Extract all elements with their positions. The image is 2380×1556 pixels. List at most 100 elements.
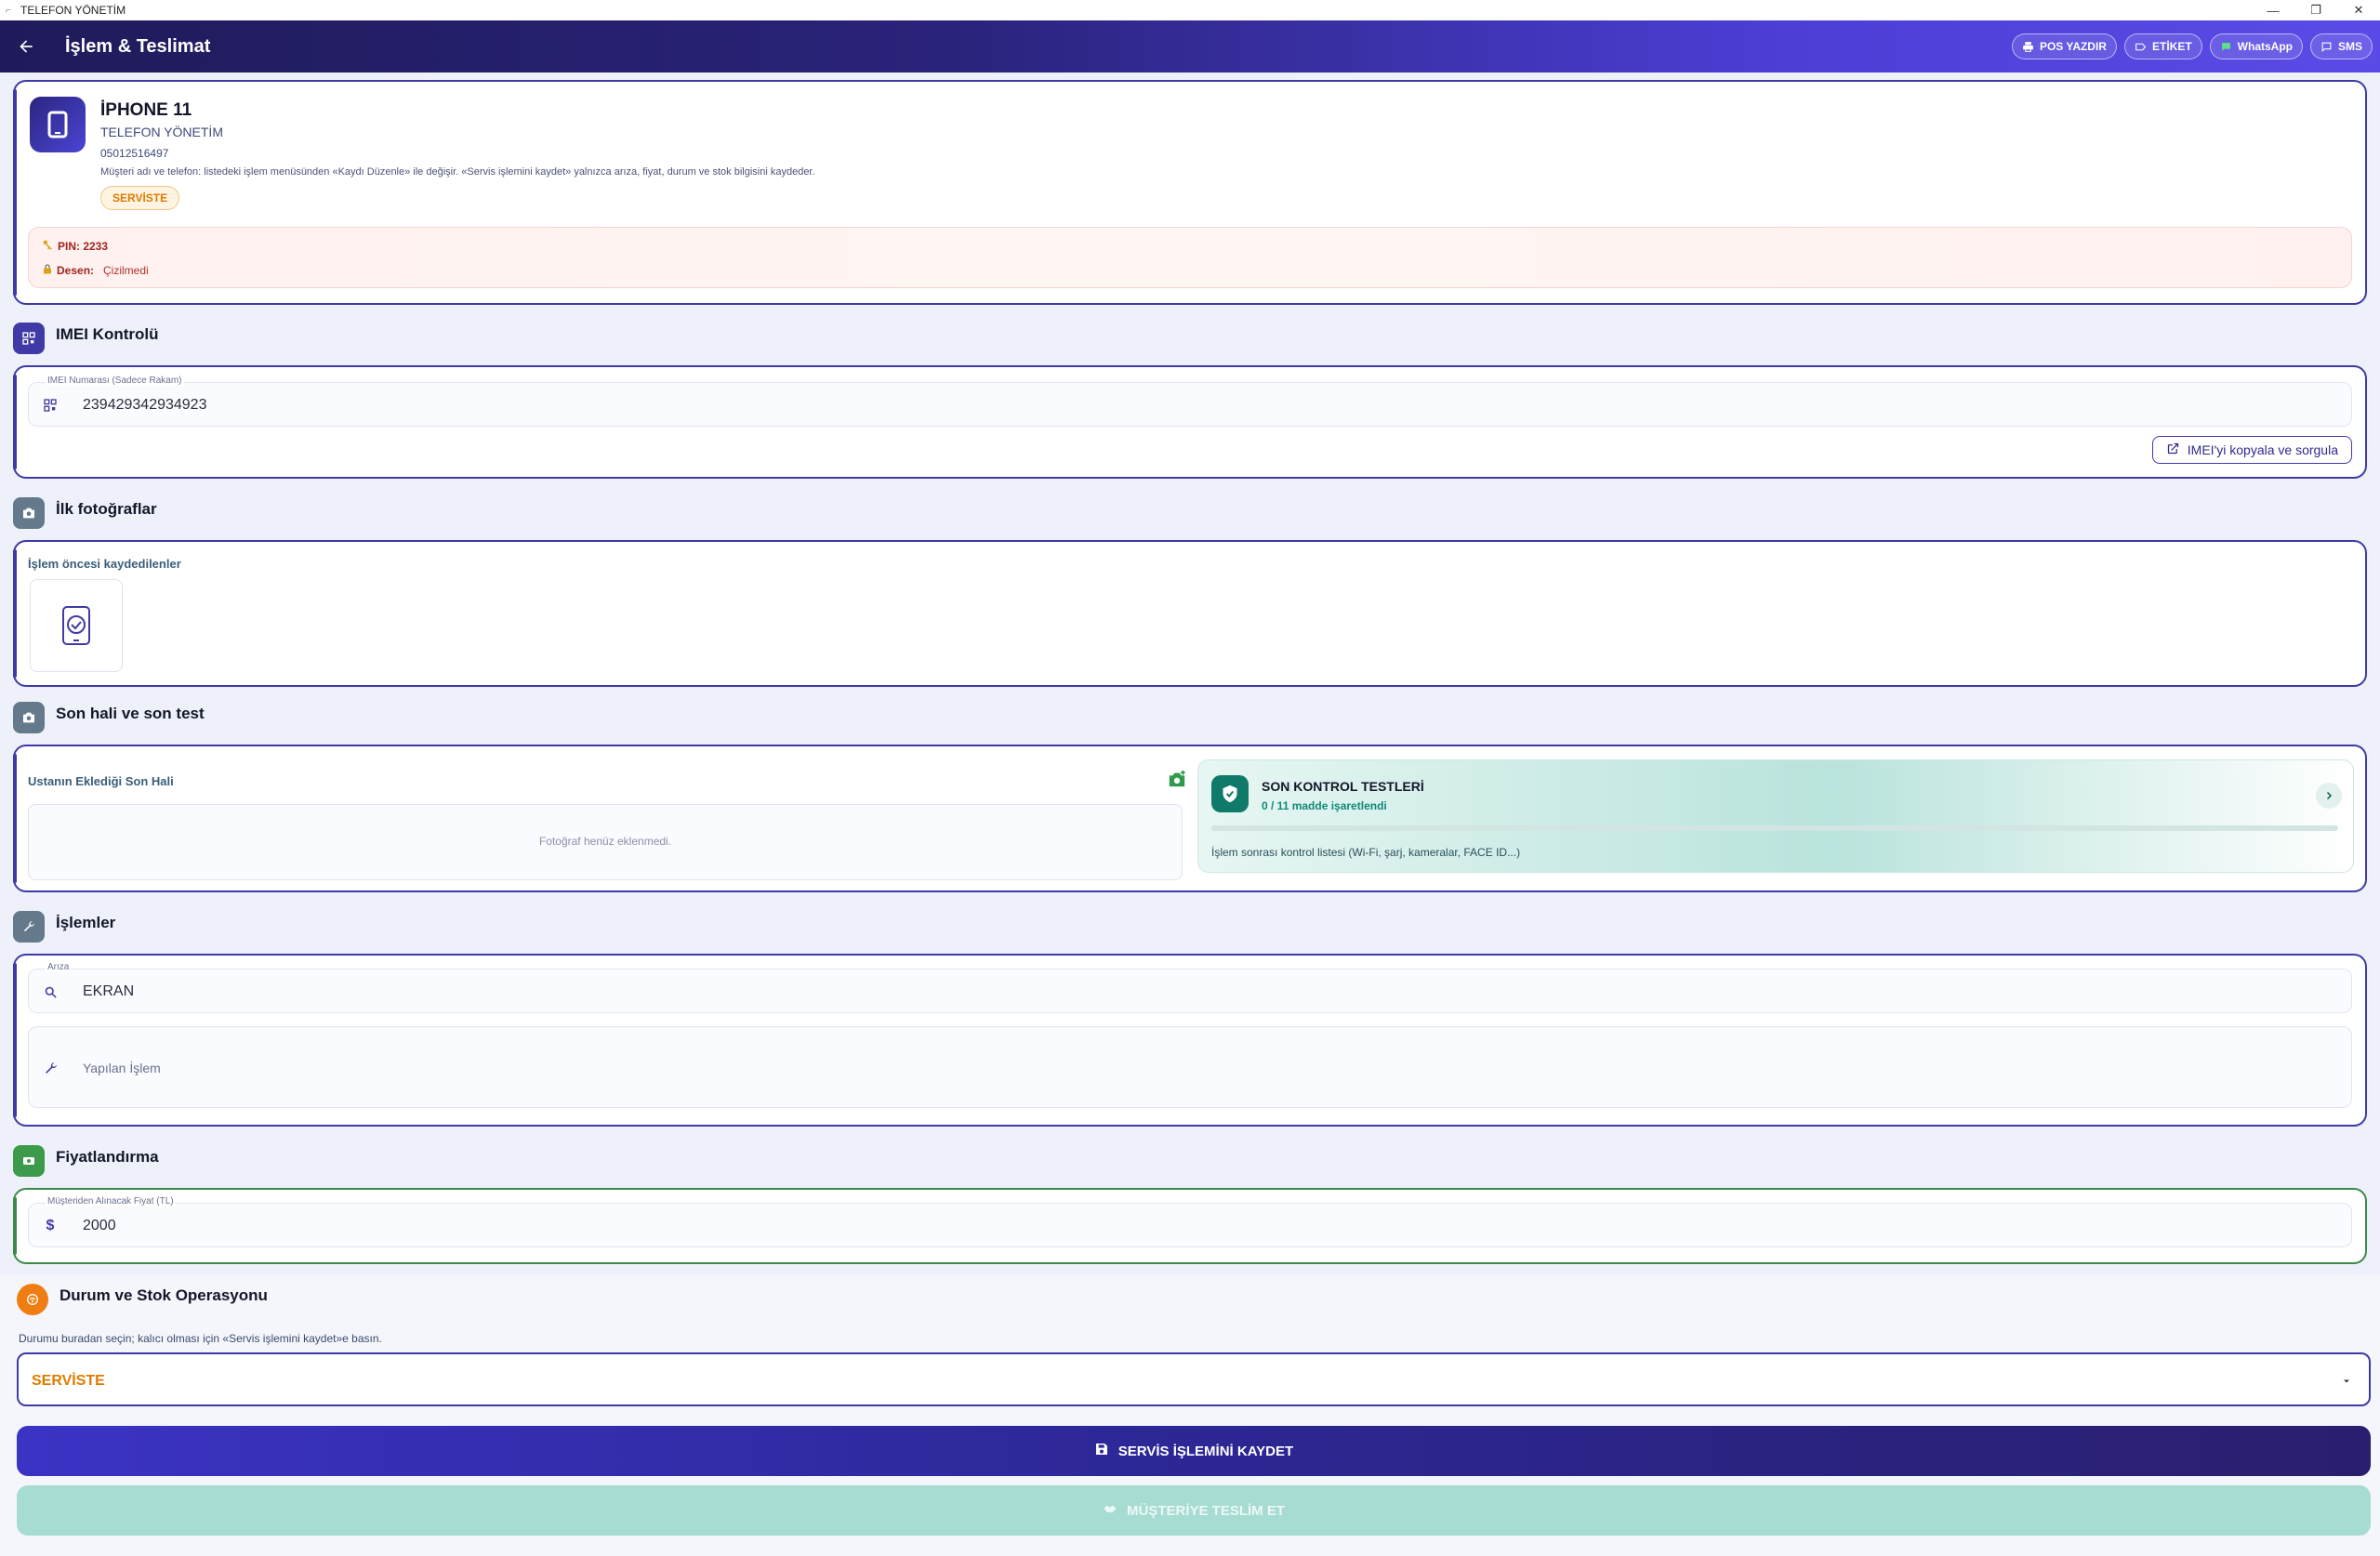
- pattern-label: Desen:: [57, 264, 95, 277]
- key-icon: [42, 239, 54, 254]
- status-selected-value: SERVİSTE: [32, 1373, 105, 1389]
- pattern-value: Çizilmedi: [103, 264, 149, 277]
- before-photos-label: İşlem öncesi kaydedilenler: [28, 557, 181, 571]
- tests-title: SON KONTROL TESTLERİ: [1262, 779, 1424, 794]
- wrench-icon: [42, 1060, 59, 1076]
- operations-section-header: İşlemler: [13, 910, 115, 943]
- whatsapp-button[interactable]: WhatsApp: [2209, 33, 2303, 59]
- page-title: İşlem & Teslimat: [65, 35, 211, 57]
- work-done-placeholder: Yapılan İşlem: [83, 1061, 161, 1075]
- external-link-icon: [2166, 442, 2180, 458]
- imei-copy-label: IMEI'yi kopyala ve sorgula: [2187, 442, 2338, 457]
- first-photos-card: İşlem öncesi kaydedilenler: [13, 540, 2367, 687]
- pin-label: PIN: 2233: [58, 240, 109, 253]
- back-arrow-icon[interactable]: [0, 20, 52, 73]
- device-card: İPHONE 11 TELEFON YÖNETİM 05012516497 Mü…: [13, 80, 2367, 305]
- status-badge: SERVİSTE: [100, 186, 180, 210]
- deliver-label: MÜŞTERİYE TESLİM ET: [1126, 1502, 1285, 1519]
- final-section-title: Son hali ve son test: [56, 705, 205, 722]
- imei-section-header: IMEI Kontrolü: [13, 322, 158, 355]
- imei-section-title: IMEI Kontrolü: [56, 325, 159, 343]
- status-hint: Durumu buradan seçin; kalıcı olması için…: [19, 1332, 382, 1345]
- window-controls: — ❐ ✕: [2252, 0, 2380, 20]
- price-field[interactable]: Müşteriden Alınacak Fiyat (TL) $ 2000: [28, 1196, 2352, 1247]
- tests-description: İşlem sonrası kontrol listesi (Wi-Fi, şa…: [1211, 846, 1521, 859]
- save-service-label: SERVİS İŞLEMİNİ KAYDET: [1117, 1443, 1294, 1459]
- pos-print-button[interactable]: POS YAZDIR: [2011, 33, 2117, 59]
- status-icon: [17, 1284, 48, 1315]
- photo-thumbnail[interactable]: [30, 579, 123, 672]
- imei-field-label: IMEI Numarası (Sadece Rakam): [46, 376, 184, 386]
- final-tests-panel[interactable]: SON KONTROL TESTLERİ 0 / 11 madde işaret…: [1197, 759, 2354, 873]
- save-service-button[interactable]: SERVİS İŞLEMİNİ KAYDET: [17, 1426, 2371, 1476]
- pos-print-label: POS YAZDIR: [2039, 40, 2107, 53]
- money-icon: [13, 1145, 45, 1177]
- dollar-icon: $: [46, 1218, 55, 1233]
- imei-card: IMEI Numarası (Sadece Rakam) 23942934293…: [13, 365, 2367, 479]
- price-value: 2000: [83, 1218, 116, 1233]
- whatsapp-icon: [2220, 40, 2233, 53]
- handshake-icon: [1103, 1501, 1117, 1520]
- imei-value: 239429342934923: [83, 397, 207, 413]
- label-button-label: ETİKET: [2151, 40, 2192, 53]
- fault-field-label: Arıza: [46, 962, 72, 972]
- label-button[interactable]: ETİKET: [2123, 33, 2202, 59]
- pin-row: PIN: 2233: [42, 239, 108, 254]
- appbar-actions: POS YAZDIR ETİKET WhatsApp SMS: [2011, 33, 2373, 59]
- deliver-to-customer-button[interactable]: MÜŞTERİYE TESLİM ET: [17, 1485, 2371, 1536]
- status-select[interactable]: SERVİSTE: [17, 1352, 2371, 1406]
- label-icon: [2135, 40, 2148, 53]
- add-photo-icon[interactable]: [1166, 769, 1188, 789]
- qr-code-icon: [42, 397, 59, 414]
- qr-code-icon: [13, 323, 45, 354]
- imei-field[interactable]: IMEI Numarası (Sadece Rakam) 23942934293…: [28, 376, 2352, 427]
- tests-progress-bar: [1211, 825, 2338, 831]
- final-state-card: Ustanın Eklediği Son Hali Fotoğraf henüz…: [13, 745, 2367, 892]
- operations-section-title: İşlemler: [56, 914, 116, 931]
- pricing-section-header: Fiyatlandırma: [13, 1144, 159, 1178]
- phone-check-icon: [62, 606, 90, 645]
- sms-icon: [2320, 40, 2334, 53]
- pricing-card: Müşteriden Alınacak Fiyat (TL) $ 2000: [13, 1188, 2367, 1264]
- wrench-icon: [13, 911, 45, 943]
- window-titlebar: ⌐ TELEFON YÖNETİM — ❐ ✕: [0, 0, 2380, 20]
- window-title: TELEFON YÖNETİM: [20, 4, 126, 17]
- pattern-row: Desen: Çizilmedi: [42, 263, 149, 278]
- photos-section-title: İlk fotoğraflar: [56, 500, 157, 518]
- fault-field[interactable]: Arıza EKRAN: [28, 962, 2352, 1013]
- camera-icon: [13, 497, 45, 529]
- customer-phone: 05012516497: [100, 147, 169, 160]
- operations-card: Arıza EKRAN Yapılan İşlem: [13, 954, 2367, 1127]
- app-icon: ⌐: [6, 5, 11, 16]
- app-bar: İşlem & Teslimat POS YAZDIR ETİKET Whats…: [0, 20, 2380, 73]
- final-photo-area[interactable]: Fotoğraf henüz eklenmedi.: [28, 804, 1183, 880]
- save-icon: [1094, 1442, 1109, 1460]
- camera-icon: [13, 702, 45, 733]
- imei-copy-query-button[interactable]: IMEI'yi kopyala ve sorgula: [2151, 436, 2352, 464]
- device-name: İPHONE 11: [100, 100, 192, 120]
- close-button[interactable]: ✕: [2337, 0, 2380, 20]
- customer-name: TELEFON YÖNETİM: [100, 125, 223, 139]
- sms-label: SMS: [2337, 40, 2362, 53]
- fault-value: EKRAN: [83, 983, 135, 999]
- tests-count: 0 / 11 madde işaretlendi: [1262, 799, 1387, 812]
- edit-note: Müşteri adı ve telefon: listedeki işlem …: [100, 166, 815, 178]
- work-done-field[interactable]: Yapılan İşlem: [28, 1026, 2352, 1108]
- lock-icon: [42, 263, 53, 278]
- pricing-section-title: Fiyatlandırma: [56, 1148, 159, 1166]
- sms-button[interactable]: SMS: [2309, 33, 2373, 59]
- security-info-box: PIN: 2233 Desen: Çizilmedi: [28, 227, 2352, 288]
- final-section-header: Son hali ve son test: [13, 701, 205, 734]
- dropdown-arrow-icon: [2341, 1375, 2352, 1391]
- restore-button[interactable]: ❐: [2294, 0, 2337, 20]
- whatsapp-label: WhatsApp: [2237, 40, 2293, 53]
- search-icon: [42, 983, 59, 1000]
- price-field-label: Müşteriden Alınacak Fiyat (TL): [46, 1196, 176, 1207]
- minimize-button[interactable]: —: [2252, 0, 2294, 20]
- phone-icon: [30, 97, 86, 152]
- chevron-right-icon[interactable]: [2316, 783, 2342, 809]
- shield-check-icon: [1211, 775, 1249, 812]
- no-photo-text: Fotoğraf henüz eklenmedi.: [538, 835, 672, 848]
- status-section-title: Durum ve Stok Operasyonu: [60, 1286, 268, 1304]
- printer-icon: [2022, 40, 2035, 53]
